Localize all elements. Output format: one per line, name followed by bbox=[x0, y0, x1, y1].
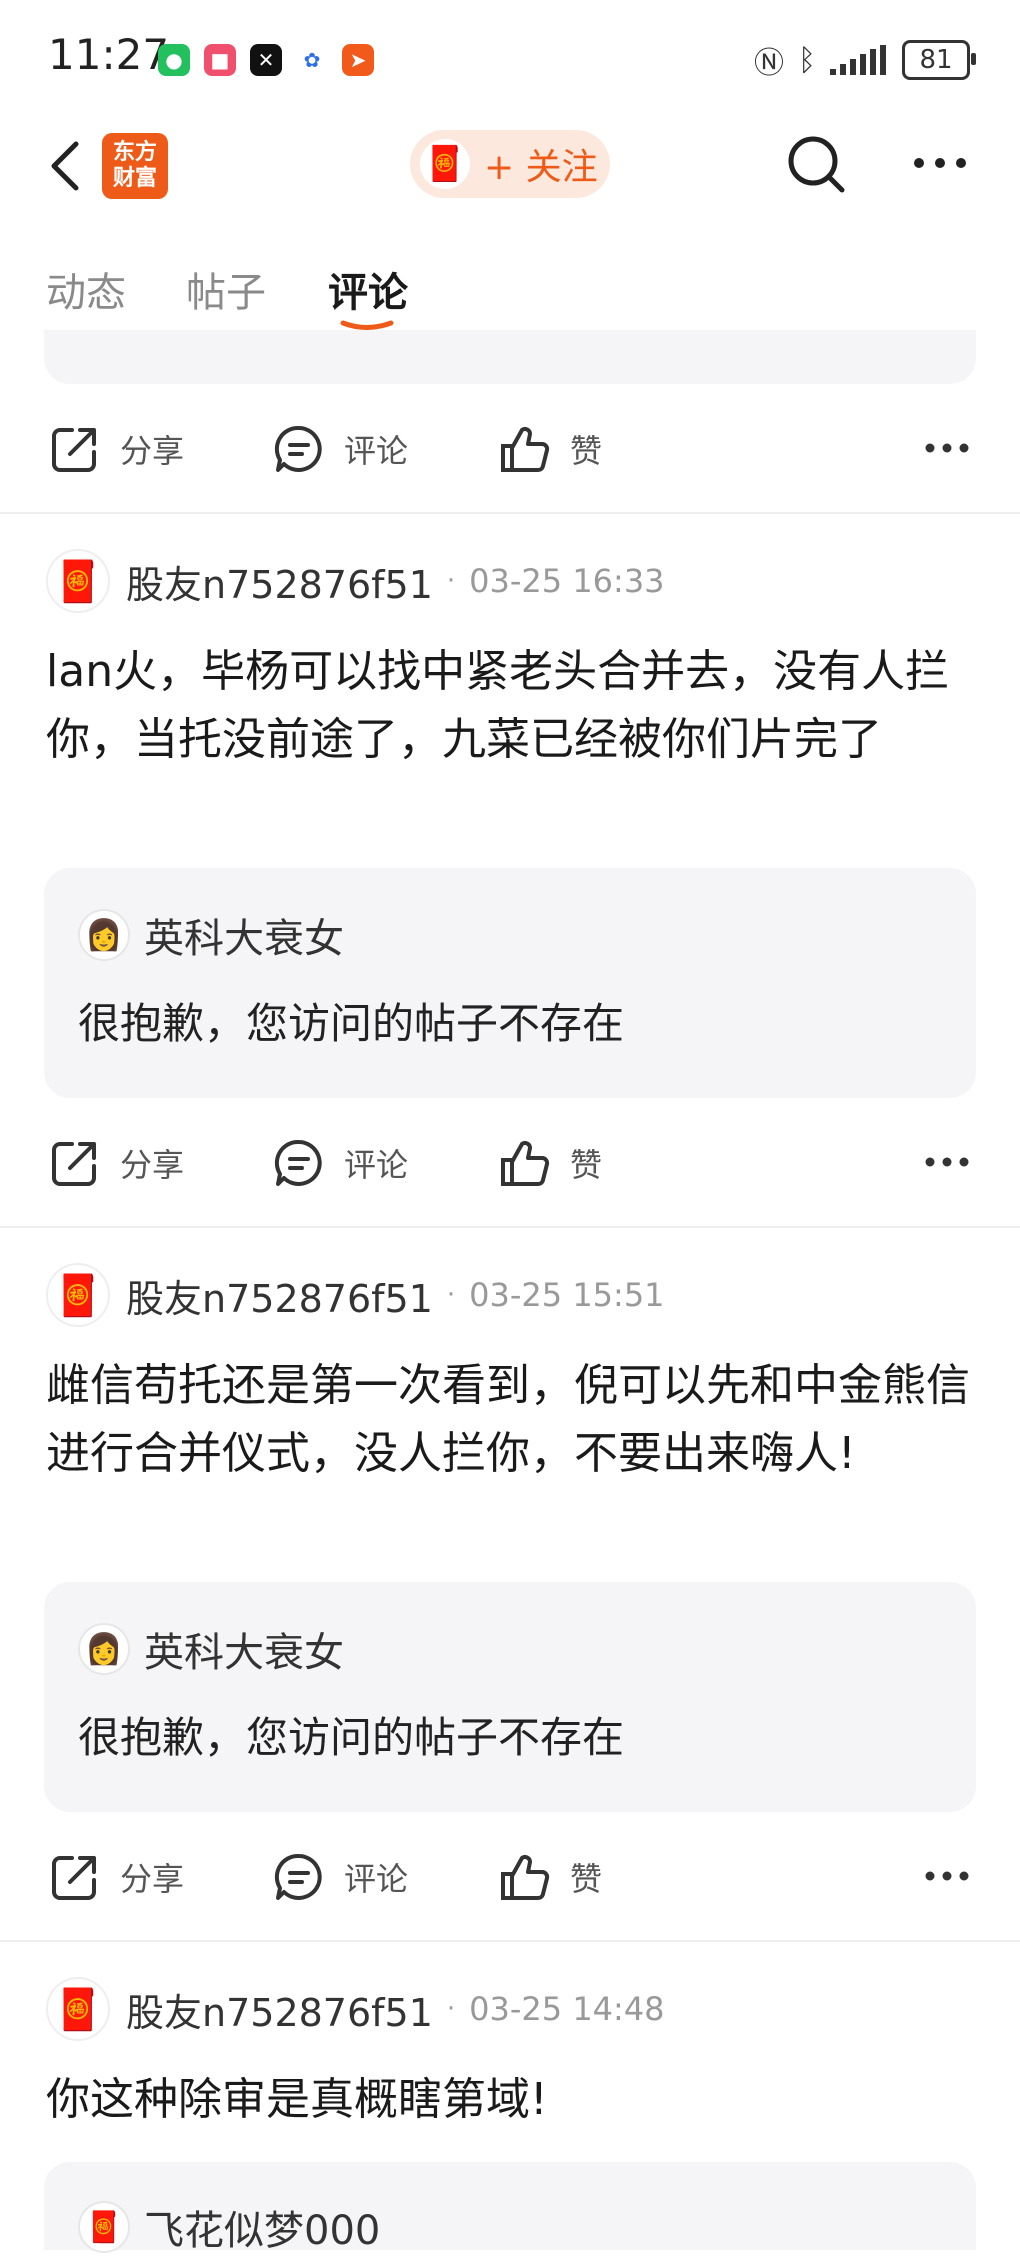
separator-dot: · bbox=[446, 566, 456, 596]
comment-button[interactable]: 评论 bbox=[272, 1128, 408, 1198]
comment-button[interactable]: 评论 bbox=[272, 1842, 408, 1912]
post-content[interactable]: 雌信苟托还是第一次看到，倪可以先和中金熊信进行合并仪式，没人拦你，不要出来嗨人! bbox=[46, 1352, 986, 1488]
quote-header: 👩 英科大衰女 bbox=[78, 1620, 344, 1678]
avatar[interactable]: 🧧 bbox=[46, 1263, 110, 1327]
quote-author: 英科大衰女 bbox=[144, 1630, 344, 1676]
comment-label: 评论 bbox=[344, 1146, 409, 1184]
avatar[interactable]: 🧧 bbox=[46, 549, 110, 613]
comment-label: 评论 bbox=[344, 1860, 409, 1898]
user-avatar-icon: 🧧 bbox=[420, 139, 470, 189]
status-bar: 11:27 ● ■ ✕ ✿ ➤ Ⓝ ᛒ 81 bbox=[0, 0, 1020, 120]
app-orange-icon: ➤ bbox=[342, 44, 374, 76]
share-icon bbox=[52, 1856, 96, 1900]
status-right: Ⓝ ᛒ 81 bbox=[754, 38, 976, 82]
signal-icon bbox=[830, 45, 886, 75]
comment-label: 评论 bbox=[344, 432, 409, 470]
author-name[interactable]: 股友n752876f51 bbox=[126, 554, 433, 609]
logo-line-1: 东方 bbox=[112, 140, 157, 165]
search-icon[interactable] bbox=[784, 132, 848, 196]
quote-card[interactable]: 👩 英科大衰女 很抱歉，您访问的帖子不存在 bbox=[44, 1582, 976, 1812]
avatar: 👩 bbox=[78, 909, 130, 961]
top-header: 东方 财富 🧧 + 关注 bbox=[0, 120, 1020, 210]
divider bbox=[0, 512, 1020, 514]
wechat-icon: ● bbox=[158, 44, 190, 76]
post-time: 03-25 15:51 bbox=[469, 1276, 665, 1314]
like-label: 赞 bbox=[570, 1146, 603, 1184]
app-red-icon: ■ bbox=[204, 44, 236, 76]
avatar: 👩 bbox=[78, 1623, 130, 1675]
separator-dot: · bbox=[446, 1280, 456, 1310]
action-bar: 分享 评论 赞 bbox=[0, 1128, 1020, 1198]
post-header: 🧧 股友n752876f51 · 03-25 15:51 bbox=[46, 1260, 665, 1330]
share-button[interactable]: 分享 bbox=[48, 1128, 184, 1198]
comment-icon bbox=[274, 425, 322, 472]
tab-comments[interactable]: 评论 bbox=[328, 260, 408, 318]
action-bar: 分享 评论 赞 bbox=[0, 1842, 1020, 1912]
post-time: 03-25 14:48 bbox=[469, 1990, 665, 2028]
like-button[interactable]: 赞 bbox=[498, 1128, 602, 1198]
quote-card[interactable] bbox=[44, 330, 976, 384]
share-icon bbox=[52, 1142, 96, 1186]
tab-posts[interactable]: 帖子 bbox=[186, 260, 266, 318]
post-header: 🧧 股友n752876f51 · 03-25 16:33 bbox=[46, 546, 665, 616]
quote-header: 👩 英科大衰女 bbox=[78, 906, 344, 964]
action-bar: 分享 评论 赞 bbox=[0, 414, 1020, 484]
battery-level: 81 bbox=[919, 45, 953, 75]
quote-card[interactable]: 🧧 飞花似梦000 bbox=[44, 2162, 976, 2254]
x-app-icon: ✕ bbox=[250, 44, 282, 76]
like-label: 赞 bbox=[570, 1860, 603, 1898]
battery-indicator: 81 bbox=[902, 40, 976, 80]
follow-label: + 关注 bbox=[484, 147, 598, 188]
post-content[interactable]: lan火，毕杨可以找中紧老头合并去，没有人拦你，当托没前途了，九菜已经被你们片完… bbox=[46, 638, 986, 774]
avatar: 🧧 bbox=[78, 2201, 130, 2253]
logo-line-2: 财富 bbox=[112, 166, 157, 191]
tab-active-indicator bbox=[340, 320, 394, 330]
author-name[interactable]: 股友n752876f51 bbox=[126, 1268, 433, 1323]
quote-text: 很抱歉，您访问的帖子不存在 bbox=[78, 1713, 625, 1762]
status-time: 11:27 bbox=[48, 30, 170, 79]
comment-icon bbox=[274, 1139, 322, 1186]
share-button[interactable]: 分享 bbox=[48, 414, 184, 484]
more-icon[interactable] bbox=[924, 1870, 970, 1882]
comment-icon bbox=[274, 1853, 322, 1900]
comment-button[interactable]: 评论 bbox=[272, 414, 408, 484]
divider bbox=[0, 1226, 1020, 1228]
tab-dynamics[interactable]: 动态 bbox=[46, 260, 126, 318]
app-logo[interactable]: 东方 财富 bbox=[102, 133, 168, 199]
more-icon[interactable] bbox=[924, 442, 970, 454]
bluetooth-icon: ᛒ bbox=[798, 42, 816, 78]
quote-author: 飞花似梦000 bbox=[144, 2208, 381, 2254]
share-icon bbox=[52, 428, 96, 472]
thumbs-up-icon bbox=[501, 1855, 550, 1900]
like-label: 赞 bbox=[570, 432, 603, 470]
avatar[interactable]: 🧧 bbox=[46, 1977, 110, 2041]
more-icon[interactable] bbox=[924, 1156, 970, 1168]
profile-tabs: 动态 帖子 评论 bbox=[0, 240, 1020, 330]
quote-author: 英科大衰女 bbox=[144, 916, 344, 962]
back-arrow-icon[interactable] bbox=[42, 138, 92, 194]
quote-text: 很抱歉，您访问的帖子不存在 bbox=[78, 999, 625, 1048]
thumbs-up-icon bbox=[501, 1141, 550, 1186]
post-time: 03-25 16:33 bbox=[469, 562, 665, 600]
share-button[interactable]: 分享 bbox=[48, 1842, 184, 1912]
separator-dot: · bbox=[446, 1994, 456, 2024]
post-content[interactable]: 你这种除审是真概瞎第域! bbox=[46, 2066, 986, 2134]
more-options-icon[interactable] bbox=[912, 156, 968, 170]
baidu-paw-icon: ✿ bbox=[296, 44, 328, 76]
notification-icons: ● ■ ✕ ✿ ➤ bbox=[158, 44, 374, 76]
thumbs-up-icon bbox=[501, 427, 550, 472]
quote-header: 🧧 飞花似梦000 bbox=[78, 2198, 380, 2256]
follow-button[interactable]: 🧧 + 关注 bbox=[410, 130, 610, 198]
like-button[interactable]: 赞 bbox=[498, 414, 602, 484]
share-label: 分享 bbox=[120, 1860, 185, 1898]
author-name[interactable]: 股友n752876f51 bbox=[126, 1982, 433, 2037]
share-label: 分享 bbox=[120, 1146, 185, 1184]
share-label: 分享 bbox=[120, 432, 185, 470]
nfc-icon: Ⓝ bbox=[754, 46, 784, 81]
like-button[interactable]: 赞 bbox=[498, 1842, 602, 1912]
post-header: 🧧 股友n752876f51 · 03-25 14:48 bbox=[46, 1974, 665, 2044]
divider bbox=[0, 1940, 1020, 1942]
quote-card[interactable]: 👩 英科大衰女 很抱歉，您访问的帖子不存在 bbox=[44, 868, 976, 1098]
